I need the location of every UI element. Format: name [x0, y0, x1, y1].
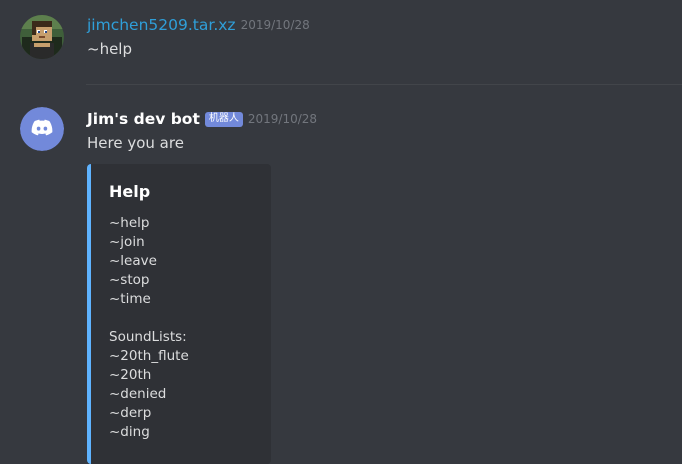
embed-line: ~derp [109, 405, 152, 421]
bot-tag-badge: 机器人 [204, 111, 243, 127]
timestamp: 2019/10/28 [247, 112, 318, 126]
user-avatar[interactable] [20, 15, 64, 59]
embed-line: ~ding [109, 424, 150, 440]
discord-logo-icon [20, 107, 64, 151]
message-header: Jim's dev bot 机器人 2019/10/28 [87, 109, 317, 129]
message-user: jimchen5209.tar.xz 2019/10/28 ~help [0, 0, 682, 84]
embed-line: ~help [109, 215, 150, 231]
embed-line: ~join [109, 234, 145, 250]
embed-line: ~time [109, 291, 151, 307]
timestamp: 2019/10/28 [240, 18, 310, 32]
embed-title: Help [109, 182, 151, 201]
message-text: Here you are [87, 134, 184, 152]
embed-line: ~leave [109, 253, 157, 269]
embed-command-list: ~help ~join ~leave ~stop ~time SoundList… [109, 214, 189, 442]
message-text: ~help [87, 40, 132, 58]
embed-line: ~denied [109, 386, 167, 402]
author-name[interactable]: jimchen5209.tar.xz [87, 15, 236, 35]
embed-line: ~20th_flute [109, 348, 189, 364]
embed-line: ~stop [109, 272, 150, 288]
message-header: jimchen5209.tar.xz 2019/10/28 [87, 15, 310, 35]
author-name[interactable]: Jim's dev bot [87, 109, 200, 129]
help-embed: Help ~help ~join ~leave ~stop ~time Soun… [87, 164, 271, 464]
minecraft-skin-avatar-icon [20, 15, 64, 59]
message-divider [86, 84, 682, 85]
embed-line: ~20th [109, 367, 152, 383]
embed-line-blank [109, 309, 189, 328]
embed-line: SoundLists: [109, 329, 187, 345]
bot-avatar[interactable] [20, 107, 64, 151]
